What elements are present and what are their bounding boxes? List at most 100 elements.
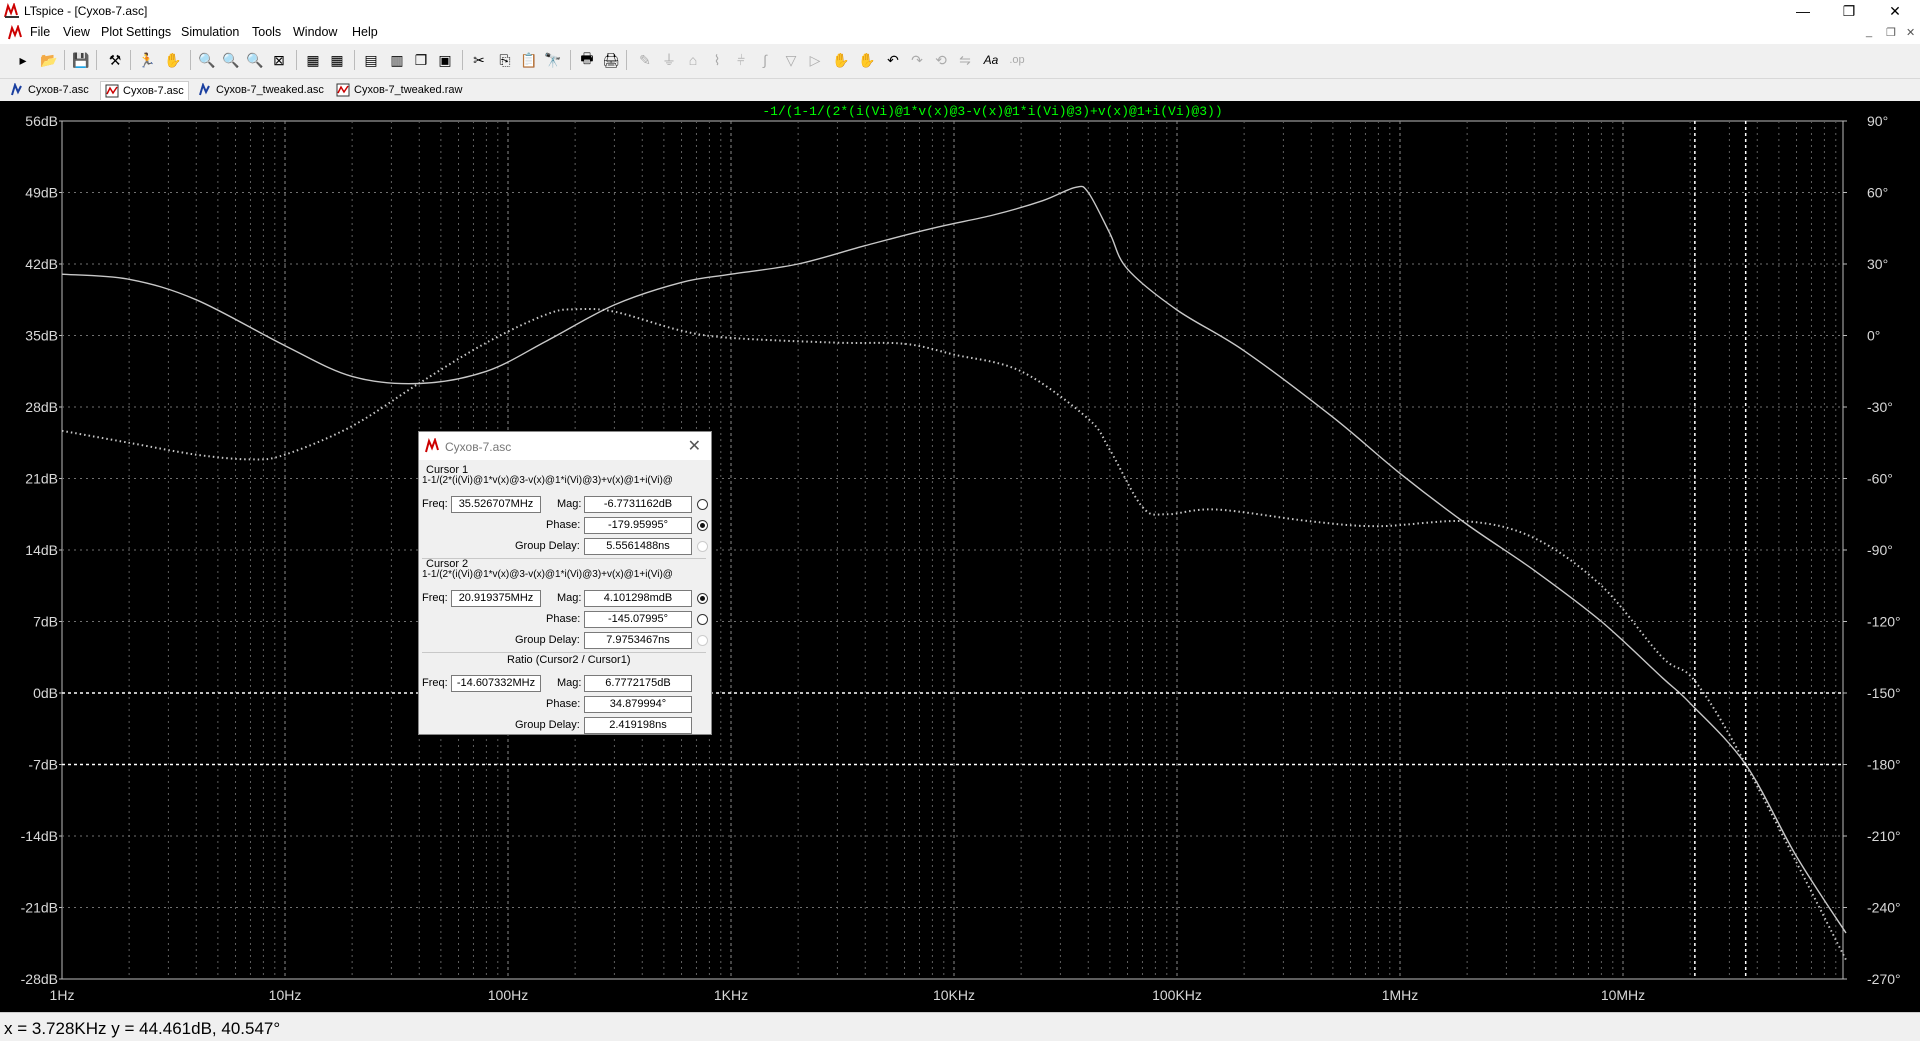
menu-tools[interactable]: Tools [250, 25, 283, 39]
ratio-gd-field[interactable]: 2.419198ns [584, 717, 692, 734]
mdi-restore-button[interactable]: ❐ [1886, 26, 1896, 39]
mirror-icon[interactable]: ⇋ [954, 49, 976, 71]
cursor1-mag-field[interactable]: -6.7731162dB [584, 496, 692, 513]
x-tick-label: 100KHz [1152, 987, 1202, 1003]
cursor1-gd-radio[interactable] [697, 541, 708, 552]
tab-schematic-1[interactable]: Сухов-7.asc [6, 81, 93, 99]
minimize-button[interactable]: — [1780, 0, 1826, 22]
cursor1-phase-radio[interactable] [697, 520, 708, 531]
ratio-mag-label: Mag: [557, 677, 582, 689]
draw-wire-icon[interactable]: ✎ [634, 49, 656, 71]
cursor2-mag-field[interactable]: 4.101298mdB [584, 590, 692, 607]
halt-icon[interactable]: ✋ [162, 49, 184, 71]
cascade-icon[interactable]: ❐ [410, 49, 432, 71]
mdi-minimize-button[interactable]: _ [1866, 26, 1872, 38]
menu-plot-settings[interactable]: Plot Settings [99, 25, 173, 39]
ratio-freq-label: Freq: [422, 677, 448, 689]
undo-icon[interactable]: ↶ [882, 49, 904, 71]
mdi-close-button[interactable]: ✕ [1906, 26, 1915, 39]
y-left-tick-label: 28dB [25, 399, 58, 415]
pan-icon[interactable]: 🔍 [220, 49, 242, 71]
run-icon[interactable]: 🏃 [136, 49, 158, 71]
dialog-titlebar[interactable]: Сухов-7.asc ✕ [419, 432, 711, 460]
y-right-tick-label: -90° [1867, 542, 1893, 558]
bode-plot-chart[interactable]: 56dB 49dB 42dB 35dB 28dB 21dB 14dB 7dB 0dB -7dB -1… [0, 101, 1920, 1012]
maximize-button[interactable]: ❐ [1826, 0, 1872, 22]
open-icon[interactable]: 📂 [38, 49, 60, 71]
close-button[interactable]: ✕ [1872, 0, 1918, 22]
y-left-tick-label: -7dB [28, 757, 58, 773]
menu-window[interactable]: Window [291, 25, 339, 39]
y-right-tick-label: -30° [1867, 399, 1893, 415]
y-left-tick-label: 42dB [25, 256, 58, 272]
x-tick-label: 10MHz [1601, 987, 1645, 1003]
copy-icon[interactable]: ⎘ [494, 49, 516, 71]
ratio-freq-field[interactable]: -14.607332MHz [451, 675, 541, 692]
zoom-in-icon[interactable]: 🔍 [196, 49, 218, 71]
cursor1-freq-label: Freq: [422, 498, 448, 510]
dialog-close-icon[interactable]: ✕ [688, 436, 701, 456]
text-icon[interactable]: Aa [980, 49, 1002, 71]
menu-help[interactable]: Help [350, 25, 380, 39]
component-icon[interactable]: ▷ [804, 49, 826, 71]
drag-icon[interactable]: ✋ [856, 49, 878, 71]
y-right-tick-label: -240° [1867, 900, 1901, 916]
capacitor-icon[interactable]: ⫩ [730, 49, 752, 71]
autorange-icon[interactable]: ▦ [302, 49, 324, 71]
tab-schematic-tweaked[interactable]: Сухов-7_tweaked.asc [194, 81, 328, 99]
spice-directive-icon[interactable]: .op [1006, 49, 1028, 71]
diode-icon[interactable]: ▽ [780, 49, 802, 71]
document-waveform-icon[interactable] [8, 25, 24, 41]
cursor2-gd-field[interactable]: 7.9753467ns [584, 632, 692, 649]
tile-horizontal-icon[interactable]: ▤ [360, 49, 382, 71]
tab-waveform-1[interactable]: Сухов-7.asc [100, 81, 189, 100]
print-preview-icon[interactable]: 🖶 [576, 49, 598, 71]
trace-expression-label[interactable]: -1/(1-1/(2*(i(Vi)@1*v(x)@3-v(x)@1*i(Vi)@… [762, 104, 1222, 119]
x-tick-label: 100Hz [488, 987, 528, 1003]
waveform-plot[interactable]: 56dB 49dB 42dB 35dB 28dB 21dB 14dB 7dB 0dB -7dB -1… [0, 101, 1920, 1012]
rotate-icon[interactable]: ⟲ [930, 49, 952, 71]
cursor1-freq-field[interactable]: 35.526707MHz [451, 496, 541, 513]
y-left-tick-label: 49dB [25, 185, 58, 201]
label-net-icon[interactable]: ⌂ [682, 49, 704, 71]
y-left-tick-label: -14dB [21, 828, 58, 844]
save-icon[interactable]: 💾 [70, 49, 92, 71]
cursor2-freq-field[interactable]: 20.919375MHz [451, 590, 541, 607]
cursor2-gd-radio[interactable] [697, 635, 708, 646]
cursor2-phase-field[interactable]: -145.07995° [584, 611, 692, 628]
cursor2-mag-radio[interactable] [697, 593, 708, 604]
tab-waveform-tweaked[interactable]: Сухов-7_tweaked.raw [332, 81, 466, 99]
control-panel-icon[interactable]: ⚒ [104, 49, 126, 71]
x-tick-label: 10Hz [269, 987, 302, 1003]
ratio-phase-field[interactable]: 34.879994° [584, 696, 692, 713]
new-schematic-icon[interactable]: ▸ [12, 49, 34, 71]
move-icon[interactable]: ✋ [830, 49, 852, 71]
cursor2-phase-radio[interactable] [697, 614, 708, 625]
print-icon[interactable]: 🖨 [600, 49, 622, 71]
y-left-tick-label: 21dB [25, 471, 58, 487]
waveform-icon [336, 83, 350, 97]
menu-view[interactable]: View [61, 25, 92, 39]
y-right-tick-label: -120° [1867, 614, 1901, 630]
cursor1-gd-field[interactable]: 5.5561488ns [584, 538, 692, 555]
pick-visible-traces-icon[interactable]: ▦ [326, 49, 348, 71]
menu-file[interactable]: File [28, 25, 52, 39]
resistor-icon[interactable]: ⌇ [706, 49, 728, 71]
tile-vertical-icon[interactable]: ▥ [386, 49, 408, 71]
find-icon[interactable]: 🔭 [542, 49, 564, 71]
cut-icon[interactable]: ✂ [468, 49, 490, 71]
cursor1-mag-radio[interactable] [697, 499, 708, 510]
inductor-icon[interactable]: ∫ [754, 49, 776, 71]
cursor1-phase-field[interactable]: -179.95995° [584, 517, 692, 534]
close-all-icon[interactable]: ▣ [434, 49, 456, 71]
menu-simulation[interactable]: Simulation [179, 25, 241, 39]
ratio-mag-field[interactable]: 6.7772175dB [584, 675, 692, 692]
zoom-fit-icon[interactable]: ⊠ [268, 49, 290, 71]
zoom-out-icon[interactable]: 🔍 [244, 49, 266, 71]
ground-icon[interactable]: ⏚ [658, 49, 680, 71]
ratio-heading: Ratio (Cursor2 / Cursor1) [507, 654, 631, 666]
paste-icon[interactable]: 📋 [518, 49, 540, 71]
y-right-tick-label: 30° [1867, 256, 1888, 272]
redo-icon[interactable]: ↷ [906, 49, 928, 71]
y-right-tick-label: -60° [1867, 471, 1893, 487]
